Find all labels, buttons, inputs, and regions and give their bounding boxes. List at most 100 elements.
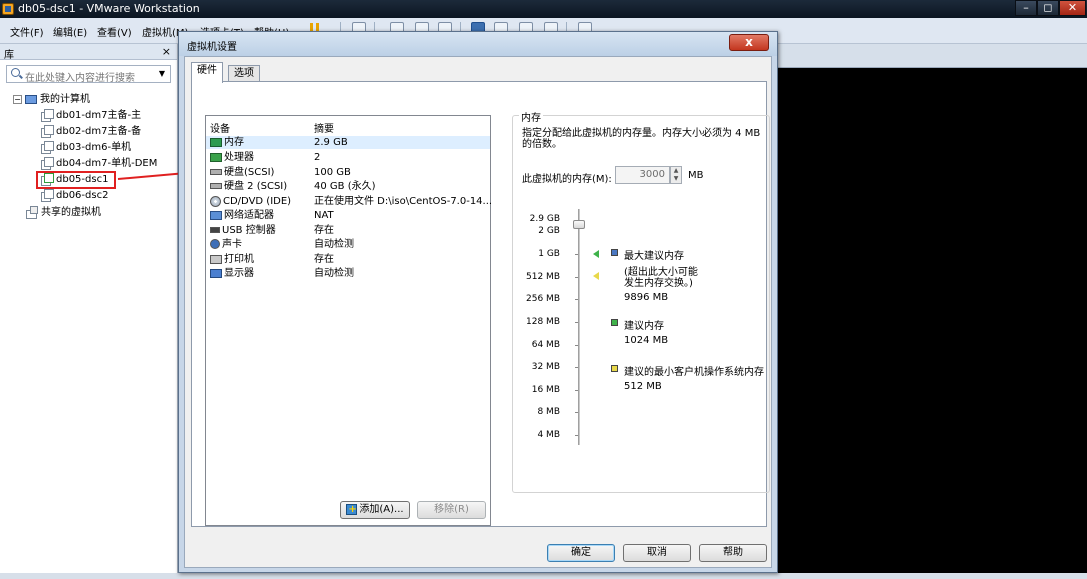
tree-item-label: db03-dm6-单机 [56, 142, 132, 153]
slider-tick [575, 277, 578, 278]
device-row-memory[interactable]: 内存 2.9 GB [206, 136, 490, 149]
recommended-memory-legend-icon [611, 319, 618, 326]
memory-slider-track[interactable] [578, 209, 580, 445]
tree-item-label: db04-dm7-单机-DEM [56, 158, 158, 169]
max-memory-legend-icon [611, 249, 618, 256]
tree-item-vm[interactable]: db04-dm7-单机-DEM [41, 156, 157, 172]
device-summary: 100 GB [314, 167, 351, 178]
dialog-body: 硬件 选项 设备 摘要 内存 2.9 GB 处理器 2 硬盘(SCSI) 100… [184, 56, 772, 568]
device-row-network-adapter[interactable]: 网络适配器 NAT [206, 209, 490, 222]
scale-label: 1 GB [538, 249, 560, 259]
vm-icon [41, 109, 54, 122]
min-memory-value: 512 MB [624, 381, 662, 392]
device-row-printer[interactable]: 打印机 存在 [206, 253, 490, 266]
memory-stepper[interactable]: ▲ ▼ [670, 166, 682, 184]
network-adapter-icon [210, 210, 222, 220]
memory-slider-thumb[interactable] [573, 220, 585, 229]
device-row-display[interactable]: 显示器 自动检测 [206, 267, 490, 280]
library-panel: 库 × 在此处键入内容进行搜索 ▼ − 我的计算机 db01-dm7主备-主 db… [0, 44, 178, 573]
min-memory-marker-icon [593, 272, 599, 280]
scale-label: 128 MB [526, 317, 560, 327]
dialog-close-button[interactable]: x [729, 34, 769, 51]
device-row-sound-card[interactable]: 声卡 自动检测 [206, 238, 490, 251]
tree-item-label: db02-dm7主备-备 [56, 126, 142, 137]
device-summary: 存在 [314, 254, 334, 265]
column-header-summary[interactable]: 摘要 [314, 120, 334, 135]
tree-item-vm[interactable]: db06-dsc2 [41, 188, 108, 204]
device-name: 显示器 [224, 268, 254, 279]
tree-item-my-computer[interactable]: − 我的计算机 [13, 92, 90, 108]
window-title-bar: db05-dsc1 - VMware Workstation – ◻ ✕ [0, 0, 1087, 18]
annotation-highlight-box [36, 171, 116, 189]
stepper-up-icon[interactable]: ▲ [671, 167, 681, 175]
add-device-button[interactable]: 添加(A)... [340, 501, 410, 519]
maximize-button[interactable]: ◻ [1037, 0, 1059, 16]
menu-file[interactable]: 文件(F) [10, 24, 44, 39]
device-row-processor[interactable]: 处理器 2 [206, 151, 490, 164]
scale-label: 32 MB [531, 362, 560, 372]
remove-device-button[interactable]: 移除(R) [417, 501, 486, 519]
collapse-icon[interactable]: − [13, 94, 22, 104]
device-name: CD/DVD (IDE) [223, 196, 292, 207]
memory-size-label: 此虚拟机的内存(M): [522, 174, 612, 185]
tree-item-label: 我的计算机 [40, 94, 90, 105]
tab-options[interactable]: 选项 [228, 65, 260, 82]
memory-unit: MB [688, 170, 704, 181]
column-header-device[interactable]: 设备 [210, 120, 230, 135]
min-memory-legend-icon [611, 365, 618, 372]
slider-tick [575, 435, 578, 436]
minimize-button[interactable]: – [1015, 0, 1037, 16]
tree-item-vm[interactable]: db02-dm7主备-备 [41, 124, 141, 140]
stepper-down-icon[interactable]: ▼ [671, 175, 681, 183]
tree-item-label: db06-dsc2 [56, 190, 109, 201]
chevron-down-icon[interactable]: ▼ [159, 69, 165, 78]
device-list[interactable]: 设备 摘要 内存 2.9 GB 处理器 2 硬盘(SCSI) 100 GB 硬盘… [205, 115, 492, 526]
scale-label: 256 MB [526, 294, 560, 304]
slider-tick [575, 254, 578, 255]
tab-hardware[interactable]: 硬件 [191, 62, 223, 83]
cd-dvd-icon [210, 195, 221, 207]
ok-button[interactable]: 确定 [547, 544, 615, 562]
menu-edit[interactable]: 编辑(E) [53, 24, 87, 39]
device-row-hard-disk-2[interactable]: 硬盘 2 (SCSI) 40 GB (永久) [206, 180, 490, 193]
help-button[interactable]: 帮助 [699, 544, 767, 562]
recommended-memory-value: 1024 MB [624, 335, 669, 346]
slider-tick [575, 367, 578, 368]
device-summary: 自动检测 [314, 239, 354, 250]
scale-label: 512 MB [526, 272, 560, 282]
display-icon [210, 268, 222, 278]
device-name: 网络适配器 [224, 210, 274, 221]
usb-icon [210, 227, 220, 233]
device-summary: 2 [314, 152, 321, 163]
tree-item-vm[interactable]: db03-dm6-单机 [41, 140, 131, 156]
library-title: 库 [4, 50, 14, 61]
menu-view[interactable]: 查看(V) [97, 24, 132, 39]
dialog-title: 虚拟机设置 [187, 42, 237, 53]
device-row-usb-controller[interactable]: USB 控制器 存在 [206, 224, 490, 237]
vm-icon [41, 189, 54, 202]
cpu-icon [210, 152, 222, 162]
device-summary: 存在 [314, 225, 334, 236]
tree-item-vm[interactable]: db01-dm7主备-主 [41, 108, 141, 124]
vm-tab-strip [778, 44, 1087, 68]
device-summary: 2.9 GB [314, 137, 348, 148]
dialog-title-bar: 虚拟机设置 x [179, 32, 777, 56]
device-name: 硬盘(SCSI) [224, 167, 275, 178]
recommended-memory-title: 建议内存 [624, 321, 664, 332]
vm-console-area[interactable] [778, 44, 1087, 573]
tree-item-shared-vms[interactable]: 共享的虚拟机 [26, 205, 101, 221]
printer-icon [210, 254, 222, 264]
memory-description: 指定分配给此虚拟机的内存量。内存大小必须为 4 MB 的倍数。 [522, 128, 761, 150]
library-close-button[interactable]: × [162, 45, 171, 58]
tree-item-label: 共享的虚拟机 [41, 207, 101, 218]
vm-icon [41, 141, 54, 154]
hardware-tab-page: 设备 摘要 内存 2.9 GB 处理器 2 硬盘(SCSI) 100 GB 硬盘… [191, 81, 770, 527]
device-row-hard-disk[interactable]: 硬盘(SCSI) 100 GB [206, 166, 490, 179]
library-search-input[interactable]: 在此处键入内容进行搜索 ▼ [6, 65, 171, 84]
device-row-cd-dvd[interactable]: CD/DVD (IDE) 正在使用文件 D:\iso\CentOS-7.0-14… [206, 195, 492, 208]
memory-size-input[interactable]: 3000 [615, 166, 670, 184]
close-window-button[interactable]: ✕ [1059, 0, 1086, 16]
scale-label: 2.9 GB [529, 214, 560, 224]
cancel-button[interactable]: 取消 [623, 544, 691, 562]
add-hardware-icon [346, 502, 358, 518]
